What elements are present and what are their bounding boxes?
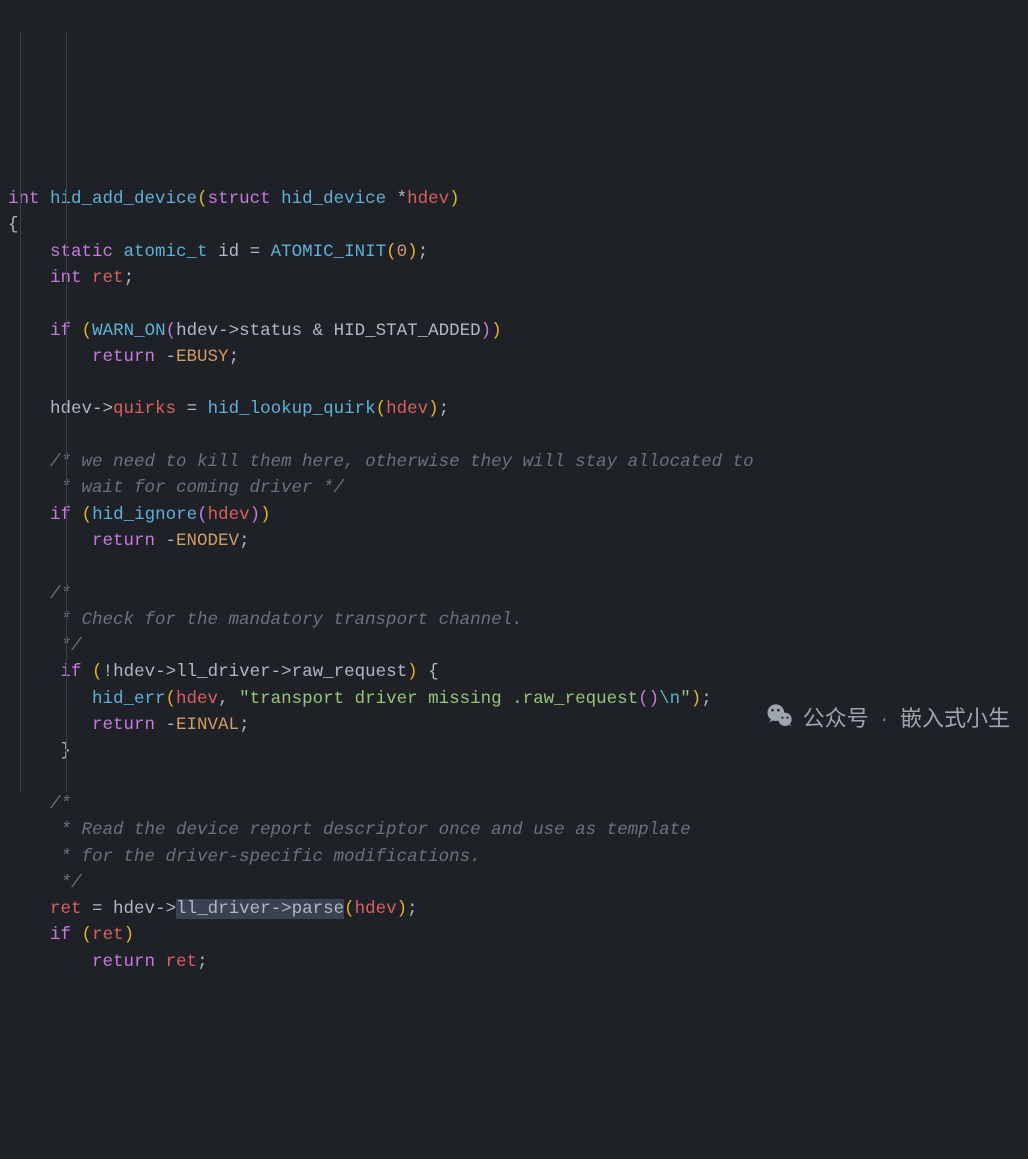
code-line: /* (8, 581, 1020, 607)
code-line (8, 291, 1020, 317)
code-line (8, 423, 1020, 449)
code-line: */ (8, 633, 1020, 659)
code-line: static atomic_t id = ATOMIC_INIT(0); (8, 239, 1020, 265)
code-block: int hid_add_device(struct hid_device *hd… (8, 186, 1020, 975)
code-line: if (hid_ignore(hdev)) (8, 502, 1020, 528)
code-line: int hid_add_device(struct hid_device *hd… (8, 186, 1020, 212)
code-line: int ret; (8, 265, 1020, 291)
code-line: */ (8, 870, 1020, 896)
code-line: * Read the device report descriptor once… (8, 817, 1020, 843)
code-line: if (WARN_ON(hdev->status & HID_STAT_ADDE… (8, 318, 1020, 344)
code-line: ret = hdev->ll_driver->parse(hdev); (8, 896, 1020, 922)
code-line: { (8, 212, 1020, 238)
code-line: /* we need to kill them here, otherwise … (8, 449, 1020, 475)
watermark: 公众号 · 嵌入式小生 (740, 675, 1010, 764)
code-line: return -EBUSY; (8, 344, 1020, 370)
code-line: * wait for coming driver */ (8, 475, 1020, 501)
code-line: if (ret) (8, 922, 1020, 948)
wechat-icon (740, 675, 794, 764)
code-line: return -ENODEV; (8, 528, 1020, 554)
code-line (8, 765, 1020, 791)
code-line: /* (8, 791, 1020, 817)
code-line: * Check for the mandatory transport chan… (8, 607, 1020, 633)
code-line (8, 554, 1020, 580)
watermark-right: 嵌入式小生 (900, 706, 1010, 732)
code-line: hdev->quirks = hid_lookup_quirk(hdev); (8, 396, 1020, 422)
code-line: return ret; (8, 949, 1020, 975)
code-line: * for the driver-specific modifications. (8, 844, 1020, 870)
code-line (8, 370, 1020, 396)
watermark-dot: · (881, 706, 888, 732)
watermark-left: 公众号 (803, 706, 869, 732)
